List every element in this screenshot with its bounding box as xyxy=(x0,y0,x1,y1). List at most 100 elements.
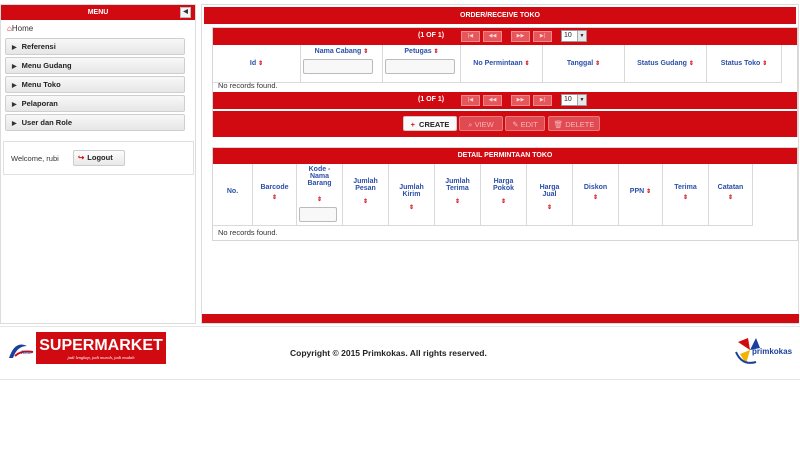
sidebar-item-menu-gudang[interactable]: ▶ Menu Gudang xyxy=(5,57,185,74)
collapse-icon[interactable]: ◀ xyxy=(180,7,191,18)
col-label: Jumlah Terima xyxy=(445,178,470,192)
col-label: Diskon xyxy=(583,184,608,191)
sidebar-item-label: Referensi xyxy=(21,42,56,51)
col-label: Id xyxy=(249,60,257,67)
col-label: PPN ⇕ xyxy=(619,188,662,195)
col-status-gudang[interactable]: Status Gudang ⇕ xyxy=(625,45,707,83)
create-button[interactable]: + CREATE xyxy=(403,116,457,131)
logout-button[interactable]: ↪ Logout xyxy=(73,150,125,166)
col-status-toko[interactable]: Status Toko ⇕ xyxy=(707,45,782,83)
rows-per-page-select[interactable]: 10 ▼ xyxy=(561,30,587,42)
delete-button[interactable]: 🗑 DELETE xyxy=(548,116,600,131)
sort-icon: ⇕ xyxy=(688,61,694,67)
col-kode-nama-barang[interactable]: Kode - Nama Barang ⇕ xyxy=(297,164,343,226)
col-label: Terima xyxy=(674,184,697,191)
col-label: No. xyxy=(226,188,239,195)
prev-page-button[interactable]: ◀◀ xyxy=(483,95,502,106)
trash-icon: 🗑 xyxy=(553,120,566,129)
col-label: Petugas xyxy=(404,48,432,55)
col-label: Tanggal xyxy=(566,60,594,67)
col-jumlah-terima[interactable]: Jumlah Terima ⇕ xyxy=(435,164,481,226)
rows-per-page-value: 10 xyxy=(564,96,572,103)
welcome-text: Welcome, rubi xyxy=(11,154,59,163)
col-tanggal[interactable]: Tanggal ⇕ xyxy=(543,45,625,83)
first-page-button[interactable]: |◀ xyxy=(461,31,480,42)
sidebar-item-user-dan-role[interactable]: ▶ User dan Role xyxy=(5,114,185,131)
sort-icon: ⇕ xyxy=(592,195,599,201)
petugas-filter-input[interactable] xyxy=(385,59,455,74)
page-indicator: (1 OF 1) xyxy=(418,96,445,103)
col-label: Catatan xyxy=(717,184,744,191)
sort-icon: ⇕ xyxy=(408,205,415,211)
sort-icon: ⇕ xyxy=(595,61,601,67)
sidebar-item-referensi[interactable]: ▶ Referensi xyxy=(5,38,185,55)
triangle-right-icon: ▶ xyxy=(12,102,17,108)
col-label: Barcode xyxy=(260,184,289,191)
first-page-button[interactable]: |◀ xyxy=(461,95,480,106)
last-page-button[interactable]: ▶| xyxy=(533,31,552,42)
triangle-right-icon: ▶ xyxy=(12,83,17,89)
bottom-bar xyxy=(202,314,799,323)
col-no[interactable]: No. xyxy=(213,164,253,226)
home-link[interactable]: ⌂Home xyxy=(1,20,195,38)
edit-button[interactable]: ✎ EDIT xyxy=(505,116,545,131)
col-nama-cabang[interactable]: Nama Cabang ⇕ xyxy=(301,45,383,83)
sidebar-item-pelaporan[interactable]: ▶ Pelaporan xyxy=(5,95,185,112)
col-diskon[interactable]: Diskon ⇕ xyxy=(573,164,619,226)
last-page-button[interactable]: ▶| xyxy=(533,95,552,106)
col-catatan[interactable]: Catatan ⇕ xyxy=(709,164,753,226)
col-label-text: PPN xyxy=(629,188,645,195)
col-petugas[interactable]: Petugas ⇕ xyxy=(383,45,461,83)
col-label: Nama Cabang xyxy=(314,48,362,55)
empty-message: No records found. xyxy=(218,81,278,90)
rows-per-page-value: 10 xyxy=(564,32,572,39)
sidebar-item-label: Menu Gudang xyxy=(21,61,72,70)
next-page-button[interactable]: ▶▶ xyxy=(511,95,530,106)
col-label: No Permintaan xyxy=(473,60,523,67)
pencil-icon: ✎ xyxy=(512,120,521,129)
col-label: Harga Jual xyxy=(539,184,560,198)
order-table: (1 OF 1) |◀ ◀◀ ▶▶ ▶| 10 ▼ Id ⇕ Nama Caban… xyxy=(212,27,798,137)
logo-text: SUPERMARKET xyxy=(39,337,163,354)
col-harga-pokok[interactable]: Harga Pokok ⇕ xyxy=(481,164,527,226)
col-barcode[interactable]: Barcode ⇕ xyxy=(253,164,297,226)
chevron-down-icon: ▼ xyxy=(577,31,586,41)
kode-barang-filter-input[interactable] xyxy=(299,207,337,222)
home-label: Home xyxy=(11,24,34,33)
page-indicator: (1 OF 1) xyxy=(418,32,445,39)
sidebar-item-menu-toko[interactable]: ▶ Menu Toko xyxy=(5,76,185,93)
triangle-right-icon: ▶ xyxy=(12,45,17,51)
sort-icon: ⇕ xyxy=(762,61,768,67)
col-terima[interactable]: Terima ⇕ xyxy=(663,164,709,226)
sort-icon: ⇕ xyxy=(546,205,553,211)
triangle-right-icon: ▶ xyxy=(12,64,17,70)
edit-label: EDIT xyxy=(520,120,538,129)
sort-icon: ⇕ xyxy=(271,195,278,201)
action-toolbar: + CREATE ⌕ VIEW ✎ EDIT 🗑 DELETE xyxy=(213,111,797,137)
menu-header: MENU ◀ xyxy=(1,5,195,20)
view-button[interactable]: ⌕ VIEW xyxy=(459,116,503,131)
next-page-button[interactable]: ▶▶ xyxy=(511,31,530,42)
sidebar-item-label: Menu Toko xyxy=(21,80,61,89)
col-label: Kode - Nama Barang xyxy=(307,166,332,187)
col-label: Jumlah Kirim xyxy=(399,184,424,198)
col-jumlah-kirim[interactable]: Jumlah Kirim ⇕ xyxy=(389,164,435,226)
col-label: Jumlah Pesan xyxy=(353,178,378,192)
sort-icon: ⇕ xyxy=(524,61,530,67)
sort-icon: ⇕ xyxy=(682,195,689,201)
col-ppn[interactable]: PPN ⇕ xyxy=(619,164,663,226)
sort-icon: ⇕ xyxy=(727,195,734,201)
copyright-text: Copyright © 2015 Primkokas. All rights r… xyxy=(290,348,487,358)
col-jumlah-pesan[interactable]: Jumlah Pesan ⇕ xyxy=(343,164,389,226)
logout-icon: ↪ xyxy=(78,153,85,162)
nama-cabang-filter-input[interactable] xyxy=(303,59,373,74)
col-harga-jual[interactable]: Harga Jual ⇕ xyxy=(527,164,573,226)
rows-per-page-select[interactable]: 10 ▼ xyxy=(561,94,587,106)
col-no-permintaan[interactable]: No Permintaan ⇕ xyxy=(461,45,543,83)
col-label: Status Gudang xyxy=(637,60,687,67)
prev-page-button[interactable]: ◀◀ xyxy=(483,31,502,42)
chevron-down-icon: ▼ xyxy=(577,95,586,105)
col-id[interactable]: Id ⇕ xyxy=(213,45,301,83)
menu-title: MENU xyxy=(87,9,109,16)
top-pager: (1 OF 1) |◀ ◀◀ ▶▶ ▶| 10 ▼ xyxy=(213,28,797,45)
